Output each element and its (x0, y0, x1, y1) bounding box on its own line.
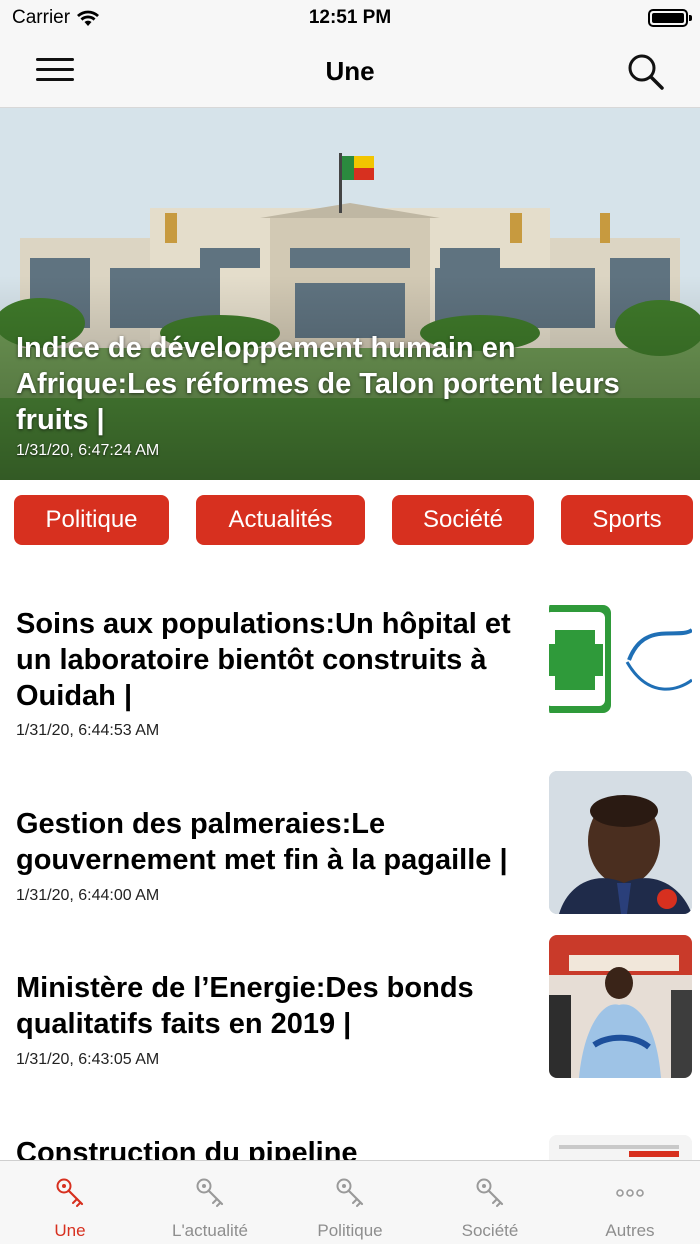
key-icon (476, 1178, 504, 1207)
navigation-bar: Une (0, 36, 700, 108)
article-title: Construction du pipeline (16, 1137, 358, 1160)
tab-societe[interactable]: Société (420, 1161, 560, 1244)
tab-label: Politique (317, 1221, 383, 1240)
search-button[interactable] (626, 52, 666, 92)
page-title: Une (325, 56, 375, 86)
ceremony-photo-image (549, 935, 692, 1078)
status-time: 12:51 PM (308, 7, 392, 28)
official-portrait-image (549, 771, 692, 914)
chip-sports[interactable]: Sports (561, 495, 693, 545)
article-title: Ministère de l’Energie:Des bonds qualita… (16, 972, 474, 1040)
tab-politique[interactable]: Politique (280, 1161, 420, 1244)
featured-article[interactable]: Indice de développement humain en Afriqu… (0, 108, 700, 480)
article-thumbnail (549, 771, 692, 914)
article-thumbnail (549, 935, 692, 1078)
list-item[interactable]: Gestion des palmeraies:Le gouvernement m… (0, 771, 700, 914)
search-icon (628, 54, 664, 90)
chip-politique[interactable]: Politique (14, 495, 169, 545)
document-image (549, 1135, 692, 1160)
category-chips: Politique Actualités Société Sports (0, 495, 700, 545)
tab-autres[interactable]: Autres (560, 1161, 700, 1244)
list-item[interactable]: Soins aux populations:Un hôpital et un l… (0, 600, 700, 750)
status-bar: Carrier 12:51 PM (0, 0, 700, 36)
key-icon (336, 1178, 364, 1207)
article-timestamp: 1/31/20, 6:43:05 AM (16, 1051, 160, 1068)
battery-icon (648, 9, 692, 27)
tab-label: Société (461, 1221, 519, 1240)
list-item[interactable]: Construction du pipeline (0, 1135, 700, 1160)
article-timestamp: 1/31/20, 6:44:53 AM (16, 722, 160, 739)
tab-une[interactable]: Une (0, 1161, 140, 1244)
tab-label: L'actualité (171, 1221, 249, 1240)
chip-actualites[interactable]: Actualités (196, 495, 365, 545)
article-thumbnail (549, 1135, 692, 1160)
key-icon (196, 1178, 224, 1207)
pharmacy-cross-image (549, 605, 692, 713)
article-timestamp: 1/31/20, 6:44:00 AM (16, 887, 160, 904)
key-icon (56, 1178, 84, 1207)
chip-societe[interactable]: Société (392, 495, 534, 545)
tab-label: Une (54, 1221, 86, 1240)
featured-article-title: Indice de développement humain en Afriqu… (16, 332, 620, 436)
article-title: Soins aux populations:Un hôpital et un l… (16, 608, 511, 712)
tab-label: Autres (605, 1221, 655, 1240)
list-item[interactable]: Ministère de l’Energie:Des bonds qualita… (0, 935, 700, 1078)
article-thumbnail (549, 600, 692, 718)
tab-actualite[interactable]: L'actualité (140, 1161, 280, 1244)
featured-article-timestamp: 1/31/20, 6:47:24 AM (16, 442, 160, 459)
more-icon (616, 1189, 644, 1197)
tab-bar: Une L'actualité Politique Société Autres (0, 1160, 700, 1244)
article-title: Gestion des palmeraies:Le gouvernement m… (16, 808, 508, 876)
